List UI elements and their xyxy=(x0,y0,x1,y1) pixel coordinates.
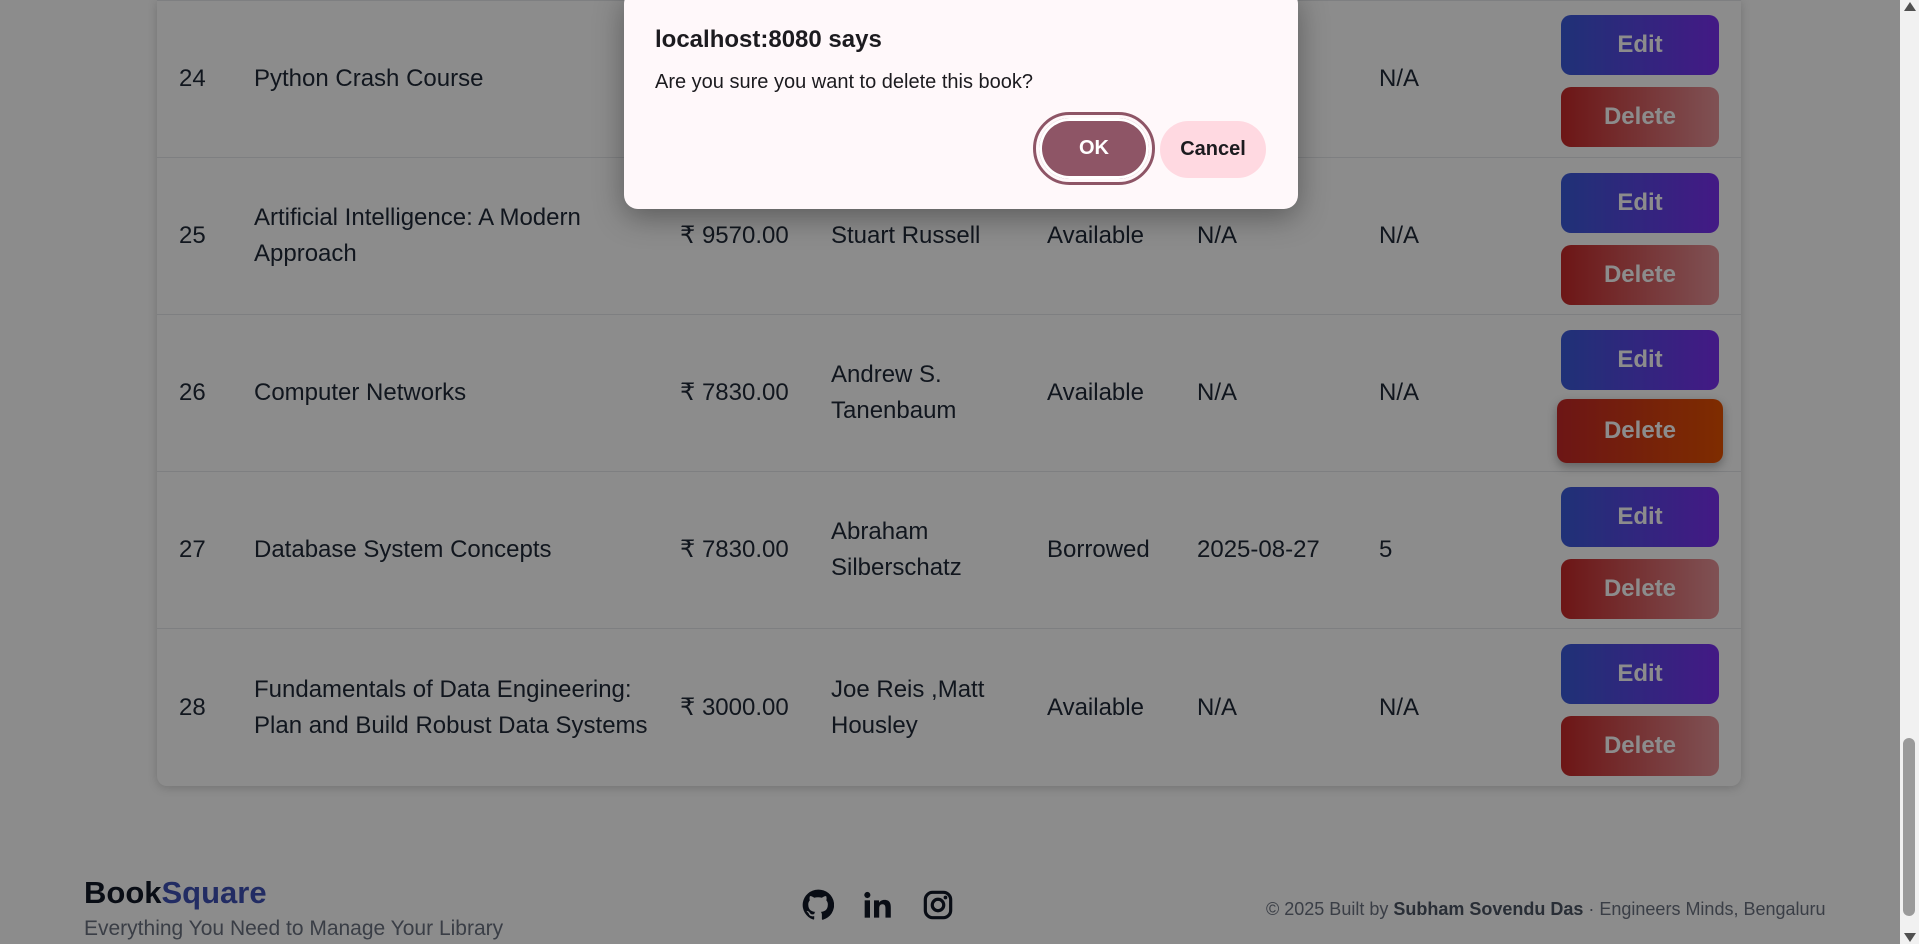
cancel-button[interactable]: Cancel xyxy=(1160,121,1266,178)
scroll-up-icon[interactable] xyxy=(1904,2,1916,11)
dialog-title: localhost:8080 says xyxy=(655,26,882,53)
scrollbar[interactable] xyxy=(1900,0,1919,944)
dialog-message: Are you sure you want to delete this boo… xyxy=(655,71,1034,93)
ok-button[interactable]: OK xyxy=(1033,112,1155,185)
confirm-dialog: localhost:8080 says Are you sure you wan… xyxy=(624,0,1298,209)
scrollbar-thumb[interactable] xyxy=(1903,738,1915,916)
scroll-down-icon[interactable] xyxy=(1904,933,1916,942)
